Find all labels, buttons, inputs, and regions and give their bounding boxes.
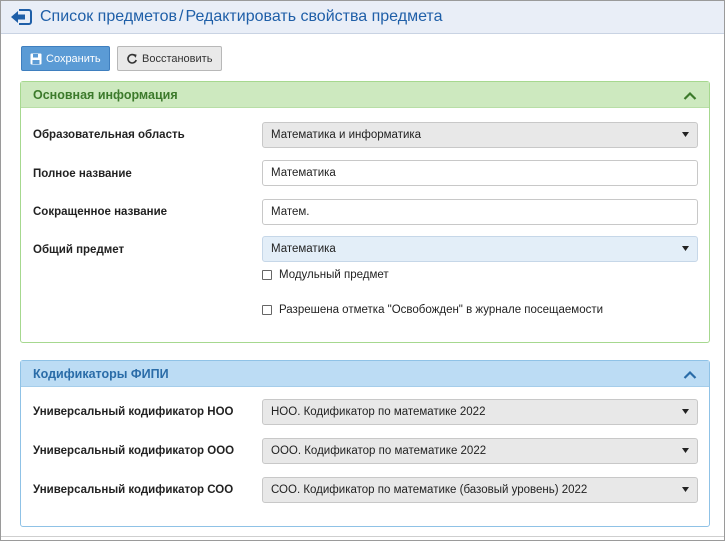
full-name-label: Полное название: [33, 168, 132, 180]
soo-value: СОО. Кодификатор по математике (базовый …: [271, 484, 588, 496]
toolbar: Сохранить Восстановить: [21, 46, 222, 71]
full-name-value: Математика: [271, 167, 336, 179]
breadcrumb-current: Редактировать свойства предмета: [185, 8, 443, 25]
modular-checkbox-row[interactable]: Модульный предмет: [262, 269, 389, 281]
refresh-icon: [126, 53, 138, 65]
noo-select[interactable]: НОО. Кодификатор по математике 2022: [262, 399, 698, 425]
noo-value: НОО. Кодификатор по математике 2022: [271, 406, 486, 418]
caret-down-icon: [682, 246, 689, 251]
edu-area-value: Математика и информатика: [271, 129, 422, 141]
fipi-panel-title: Кодификаторы ФИПИ: [33, 366, 169, 381]
back-arrow-icon[interactable]: [10, 8, 32, 26]
soo-label: Универсальный кодификатор СОО: [33, 484, 234, 496]
save-button[interactable]: Сохранить: [21, 46, 110, 71]
ooo-label: Универсальный кодификатор ООО: [33, 445, 235, 457]
page-header: Список предметов / Редактировать свойства …: [1, 1, 724, 34]
caret-down-icon: [682, 409, 689, 414]
edu-area-select[interactable]: Математика и информатика: [262, 122, 698, 148]
noo-label: Универсальный кодификатор НОО: [33, 406, 234, 418]
short-name-value: Матем.: [271, 206, 310, 218]
chevron-up-icon[interactable]: [683, 90, 697, 100]
chevron-up-icon[interactable]: [683, 369, 697, 379]
exempt-checkbox-row[interactable]: Разрешена отметка "Освобожден" в журнале…: [262, 304, 603, 316]
main-info-panel-header[interactable]: Основная информация: [21, 82, 709, 108]
exempt-checkbox[interactable]: [262, 305, 272, 315]
restore-button[interactable]: Восстановить: [117, 46, 222, 71]
exempt-checkbox-label: Разрешена отметка "Освобожден" в журнале…: [279, 304, 604, 316]
caret-down-icon: [682, 448, 689, 453]
soo-select[interactable]: СОО. Кодификатор по математике (базовый …: [262, 477, 698, 503]
common-subject-value: Математика: [271, 243, 336, 255]
common-subject-label: Общий предмет: [33, 244, 125, 256]
fipi-panel-header[interactable]: Кодификаторы ФИПИ: [21, 361, 709, 387]
modular-checkbox[interactable]: [262, 270, 272, 280]
ooo-value: ООО. Кодификатор по математике 2022: [271, 445, 487, 457]
edu-area-label: Образовательная область: [33, 129, 185, 141]
common-subject-select[interactable]: Математика: [262, 236, 698, 262]
divider: [1, 536, 724, 537]
modular-checkbox-label: Модульный предмет: [279, 269, 389, 281]
page-title: Список предметов / Редактировать свойства …: [40, 8, 442, 26]
main-info-panel-title: Основная информация: [33, 87, 178, 102]
breadcrumb-separator: /: [179, 8, 184, 25]
floppy-disk-icon: [30, 53, 42, 65]
caret-down-icon: [682, 487, 689, 492]
main-info-panel: Основная информация Образовательная обла…: [20, 81, 710, 343]
short-name-input[interactable]: Матем.: [262, 199, 698, 225]
full-name-input[interactable]: Математика: [262, 160, 698, 186]
save-button-label: Сохранить: [46, 52, 101, 65]
fipi-panel: Кодификаторы ФИПИ Универсальный кодифика…: [20, 360, 710, 527]
ooo-select[interactable]: ООО. Кодификатор по математике 2022: [262, 438, 698, 464]
caret-down-icon: [682, 132, 689, 137]
breadcrumb-subject-list[interactable]: Список предметов: [40, 8, 177, 25]
restore-button-label: Восстановить: [142, 52, 213, 65]
short-name-label: Сокращенное название: [33, 206, 168, 218]
